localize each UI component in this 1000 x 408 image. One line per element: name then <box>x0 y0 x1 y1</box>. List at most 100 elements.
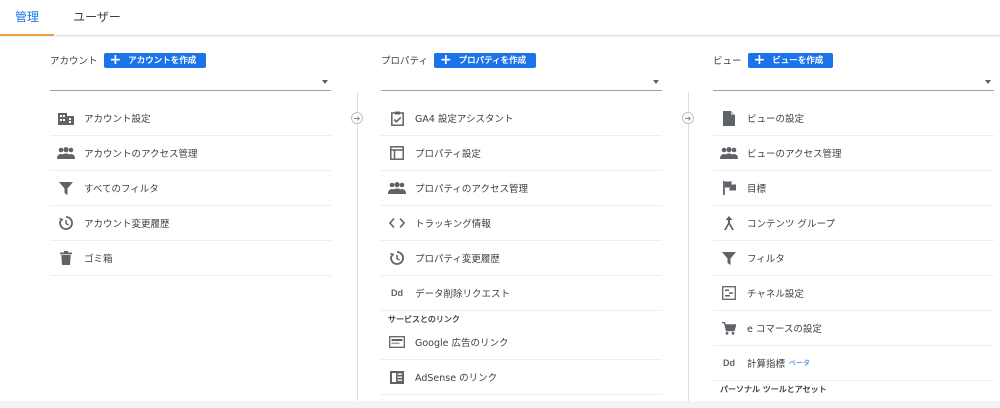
column-separator <box>688 92 689 401</box>
plus-icon: + <box>109 52 122 68</box>
trash-item[interactable]: ゴミ箱 <box>50 241 331 276</box>
item-label: アカウント変更履歴 <box>84 219 170 230</box>
property-label: プロパティ <box>381 56 428 67</box>
view-selector[interactable] <box>713 71 994 91</box>
ecommerce-settings-item[interactable]: e コマースの設定 <box>713 311 994 346</box>
item-label: AdSense のリンク <box>415 373 498 384</box>
view-settings-item[interactable]: ビューの設定 <box>713 101 994 136</box>
item-label: トラッキング情報 <box>415 219 491 230</box>
account-access-item[interactable]: アカウントのアクセス管理 <box>50 136 331 171</box>
account-column: アカウント + アカウントを作成 アカウント設定 アカウントのアクセス管理 すべ… <box>50 37 331 401</box>
item-label: プロパティ設定 <box>415 149 481 160</box>
people-icon <box>720 144 738 162</box>
admin-panel: アカウント + アカウントを作成 アカウント設定 アカウントのアクセス管理 すべ… <box>0 37 1000 401</box>
caret-down-icon <box>985 80 991 84</box>
clipboard-check-icon <box>388 109 406 127</box>
item-label: アカウントのアクセス管理 <box>84 149 198 160</box>
item-label: すべてのフィルタ <box>84 184 159 195</box>
arrow-right-icon: ➔ <box>682 112 694 124</box>
item-label: チャネル設定 <box>747 289 804 300</box>
create-property-label: プロパティを作成 <box>458 56 527 66</box>
content-grouping-item[interactable]: コンテンツ グループ <box>713 206 994 241</box>
item-label: GA4 設定アシスタント <box>415 114 514 125</box>
create-view-button[interactable]: + ビューを作成 <box>747 52 834 68</box>
view-label: ビュー <box>713 56 742 67</box>
property-header: プロパティ + プロパティを作成 <box>381 51 537 69</box>
calculated-metrics-item[interactable]: Dd 計算指標 ベータ <box>713 346 994 381</box>
item-label: コンテンツ グループ <box>747 219 835 230</box>
people-icon <box>388 179 406 197</box>
data-deletion-item[interactable]: Dd データ削除リクエスト <box>381 276 662 311</box>
item-label: Google 広告のリンク <box>415 338 509 349</box>
property-settings-item[interactable]: プロパティ設定 <box>381 136 662 171</box>
channel-settings-item[interactable]: チャネル設定 <box>713 276 994 311</box>
section-heading: サービスとのリンク <box>388 315 460 324</box>
account-history-item[interactable]: アカウント変更履歴 <box>50 206 331 241</box>
view-menu: ビューの設定 ビューのアクセス管理 目標 コンテンツ グループ フィルタ チャネ… <box>713 101 994 395</box>
dd-icon: Dd <box>391 288 403 298</box>
arrow-right-icon: ➔ <box>351 112 363 124</box>
dd-icon: Dd <box>723 358 735 368</box>
account-header: アカウント + アカウントを作成 <box>50 51 207 69</box>
tab-bar: 管理 ユーザー <box>0 0 1000 36</box>
item-label: 目標 <box>747 184 767 195</box>
create-view-label: ビューを作成 <box>772 56 824 66</box>
item-label: e コマースの設定 <box>747 324 822 335</box>
column-separator <box>357 92 358 401</box>
account-selector[interactable] <box>50 71 331 91</box>
item-label: データ削除リクエスト <box>415 289 511 300</box>
filter-icon <box>720 249 738 267</box>
item-label: ゴミ箱 <box>84 254 113 265</box>
adsense-icon <box>388 368 406 386</box>
create-property-button[interactable]: + プロパティを作成 <box>433 52 537 68</box>
item-label: プロパティのアクセス管理 <box>415 184 528 195</box>
caret-down-icon <box>653 80 659 84</box>
code-icon <box>388 214 406 232</box>
people-icon <box>57 144 75 162</box>
plus-icon: + <box>439 52 452 68</box>
ga4-setup-assistant-item[interactable]: GA4 設定アシスタント <box>381 101 662 136</box>
item-label: フィルタ <box>747 254 785 265</box>
history-icon <box>388 249 406 267</box>
view-header: ビュー + ビューを作成 <box>713 51 834 69</box>
property-access-item[interactable]: プロパティのアクセス管理 <box>381 171 662 206</box>
trash-icon <box>57 249 75 267</box>
property-menu: GA4 設定アシスタント プロパティ設定 プロパティのアクセス管理 トラッキング… <box>381 101 662 395</box>
view-access-item[interactable]: ビューのアクセス管理 <box>713 136 994 171</box>
channel-icon <box>720 284 738 302</box>
plus-icon: + <box>753 52 766 68</box>
google-ads-link-item[interactable]: Google 広告のリンク <box>381 325 662 360</box>
item-label: プロパティ変更履歴 <box>415 254 500 265</box>
section-heading: パーソナル ツールとアセット <box>720 385 827 394</box>
cart-icon <box>720 319 738 337</box>
goals-item[interactable]: 目標 <box>713 171 994 206</box>
merge-icon <box>720 214 738 232</box>
filter-icon <box>57 179 75 197</box>
account-settings-item[interactable]: アカウント設定 <box>50 101 331 136</box>
ads-icon <box>388 333 406 351</box>
building-icon <box>57 109 75 127</box>
create-account-button[interactable]: + アカウントを作成 <box>103 52 207 68</box>
property-column: プロパティ + プロパティを作成 GA4 設定アシスタント プロパティ設定 プロ… <box>381 37 662 401</box>
item-label: ビューのアクセス管理 <box>747 149 842 160</box>
file-icon <box>720 109 738 127</box>
flag-icon <box>720 179 738 197</box>
view-column: ビュー + ビューを作成 ビューの設定 ビューのアクセス管理 目標 コンテンツ … <box>713 37 994 401</box>
account-menu: アカウント設定 アカウントのアクセス管理 すべてのフィルタ アカウント変更履歴 <box>50 101 331 276</box>
filters-item[interactable]: フィルタ <box>713 241 994 276</box>
create-account-label: アカウントを作成 <box>128 56 197 66</box>
tab-user[interactable]: ユーザー <box>60 0 134 36</box>
layout-icon <box>388 144 406 162</box>
item-label: 計算指標 <box>747 359 786 370</box>
beta-badge: ベータ <box>789 359 811 367</box>
item-label: アカウント設定 <box>84 114 151 125</box>
adsense-link-item[interactable]: AdSense のリンク <box>381 360 662 395</box>
all-filters-item[interactable]: すべてのフィルタ <box>50 171 331 206</box>
account-label: アカウント <box>50 56 98 67</box>
tracking-info-item[interactable]: トラッキング情報 <box>381 206 662 241</box>
property-selector[interactable] <box>381 71 662 91</box>
history-icon <box>57 214 75 232</box>
property-history-item[interactable]: プロパティ変更履歴 <box>381 241 662 276</box>
item-label: ビューの設定 <box>747 114 805 125</box>
tab-admin[interactable]: 管理 <box>0 0 54 36</box>
